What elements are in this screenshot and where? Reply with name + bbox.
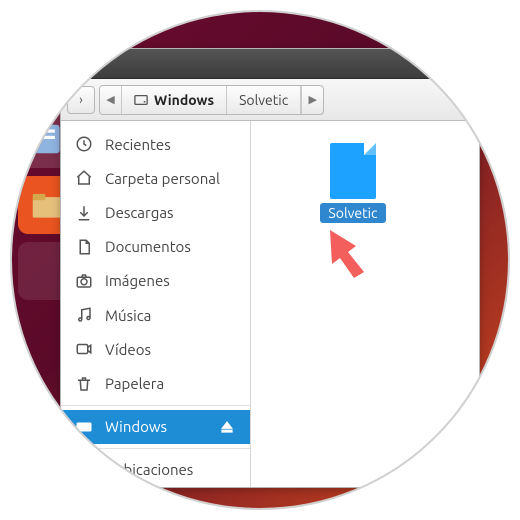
file-manager-window: › ◀ Windows Solvetic ▶ Recientes [60, 48, 480, 488]
sidebar: Recientes Carpeta personal Descargas Doc… [61, 121, 251, 487]
sidebar-item-home[interactable]: Carpeta personal [61, 161, 250, 195]
sidebar-item-trash[interactable]: Papelera [61, 367, 250, 401]
eject-icon[interactable] [218, 418, 236, 436]
sidebar-item-recent[interactable]: Recientes [61, 127, 250, 161]
sidebar-separator [61, 405, 250, 406]
sidebar-item-label: Documentos [105, 238, 191, 255]
breadcrumb-forward-icon[interactable]: ▶ [301, 86, 323, 114]
sidebar-item-documents[interactable]: Documentos [61, 230, 250, 264]
sidebar-item-label: Música [105, 307, 151, 324]
clock-icon [75, 135, 93, 153]
home-icon [75, 169, 93, 187]
sidebar-item-label: s ubicaciones [105, 461, 193, 478]
trash-icon [75, 375, 93, 393]
sidebar-item-label: Carpeta personal [105, 170, 220, 187]
sidebar-item-downloads[interactable]: Descargas [61, 195, 250, 229]
file-icon [330, 143, 376, 199]
disk-icon [134, 93, 148, 107]
sidebar-item-label: Recientes [105, 136, 171, 153]
download-icon [75, 204, 93, 222]
breadcrumb-label: Solvetic [239, 92, 288, 108]
toolbar: › ◀ Windows Solvetic ▶ [61, 79, 479, 121]
sidebar-item-label: Vídeos [105, 341, 151, 358]
sidebar-item-label: Windows [105, 418, 167, 435]
file-item-solvetic[interactable]: Solvetic [311, 143, 395, 223]
nav-forward-button[interactable]: › [67, 86, 95, 114]
video-icon [75, 340, 93, 358]
music-icon [75, 306, 93, 324]
file-name-label: Solvetic [320, 203, 385, 223]
sidebar-item-pictures[interactable]: Imágenes [61, 264, 250, 298]
sidebar-item-other-locations[interactable]: s ubicaciones [61, 453, 250, 487]
breadcrumb-label: Windows [154, 92, 214, 108]
breadcrumb-solvetic[interactable]: Solvetic [227, 86, 301, 114]
breadcrumb-back-icon[interactable]: ◀ [100, 86, 122, 114]
sidebar-item-music[interactable]: Música [61, 298, 250, 332]
folder-content-pane[interactable]: Solvetic [251, 121, 479, 487]
sidebar-separator [61, 448, 250, 449]
plus-icon [75, 461, 93, 479]
camera-icon [75, 272, 93, 290]
disk-icon [75, 418, 93, 436]
window-titlebar[interactable] [61, 49, 479, 79]
document-icon [75, 238, 93, 256]
sidebar-item-label: Imágenes [105, 272, 170, 289]
breadcrumb: ◀ Windows Solvetic ▶ [99, 85, 324, 115]
sidebar-item-label: Papelera [105, 375, 164, 392]
sidebar-item-videos[interactable]: Vídeos [61, 332, 250, 366]
sidebar-item-label: Descargas [105, 204, 174, 221]
breadcrumb-windows[interactable]: Windows [122, 86, 227, 114]
sidebar-item-windows-drive[interactable]: Windows [61, 410, 250, 444]
